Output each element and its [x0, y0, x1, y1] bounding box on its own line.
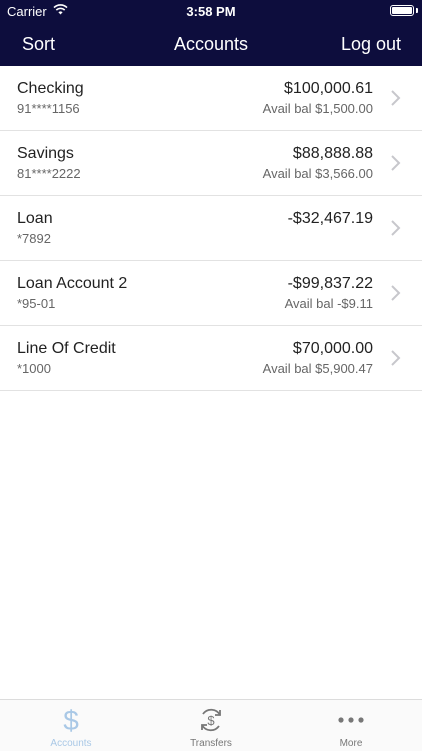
- dollar-icon: $: [63, 705, 79, 735]
- account-row-loan[interactable]: Loan *7892 -$32,467.19: [0, 196, 422, 261]
- chevron-right-icon: [391, 155, 401, 171]
- account-row-line-of-credit[interactable]: Line Of Credit *1000 $70,000.00 Avail ba…: [0, 326, 422, 391]
- account-balance: $100,000.61: [284, 80, 373, 97]
- page-title: Accounts: [173, 34, 249, 54]
- chevron-right-icon: [391, 350, 401, 366]
- sort-button[interactable]: Sort: [22, 34, 55, 55]
- account-name: Loan: [17, 210, 53, 227]
- account-balance: -$32,467.19: [287, 210, 373, 227]
- account-list: Checking 91****1156 $100,000.61 Avail ba…: [0, 66, 422, 391]
- more-dots-icon: [338, 717, 364, 723]
- chevron-right-icon: [391, 90, 401, 106]
- account-row-checking[interactable]: Checking 91****1156 $100,000.61 Avail ba…: [0, 66, 422, 131]
- svg-text:$: $: [207, 713, 215, 728]
- clock: 3:58 PM: [186, 4, 236, 19]
- tab-more[interactable]: More: [281, 700, 421, 751]
- navigation-bar: Sort Accounts Log out: [0, 22, 422, 66]
- account-number: *1000: [17, 361, 51, 376]
- logout-button[interactable]: Log out: [341, 34, 401, 55]
- available-balance: Avail bal -$9.11: [284, 296, 373, 311]
- account-name: Checking: [17, 80, 84, 97]
- battery-icon: [390, 5, 414, 16]
- tab-accounts[interactable]: $ Accounts: [1, 700, 141, 751]
- account-row-savings[interactable]: Savings 81****2222 $88,888.88 Avail bal …: [0, 131, 422, 196]
- tab-transfers[interactable]: $ Transfers: [141, 700, 281, 751]
- chevron-right-icon: [391, 220, 401, 236]
- available-balance: Avail bal $5,900.47: [262, 361, 373, 376]
- account-row-loan-account-2[interactable]: Loan Account 2 *95-01 -$99,837.22 Avail …: [0, 261, 422, 326]
- account-number: 91****1156: [17, 101, 80, 116]
- available-balance: Avail bal $3,566.00: [262, 166, 373, 181]
- account-number: 81****2222: [17, 166, 81, 181]
- account-balance: $88,888.88: [292, 145, 373, 162]
- account-number: *95-01: [17, 296, 56, 311]
- chevron-right-icon: [391, 285, 401, 301]
- account-name: Line Of Credit: [17, 340, 116, 357]
- tab-bar: $ Accounts $ Transfers More: [0, 699, 422, 751]
- account-number: *7892: [17, 231, 51, 246]
- tab-label: Transfers: [190, 738, 232, 749]
- transfer-dollar-icon: $: [201, 708, 221, 732]
- battery-tip: [416, 8, 418, 13]
- svg-text:$: $: [63, 705, 79, 735]
- account-name: Savings: [17, 145, 74, 162]
- tab-label: More: [339, 738, 363, 749]
- status-bar: Carrier 3:58 PM: [0, 0, 422, 22]
- account-balance: $70,000.00: [292, 340, 373, 357]
- account-balance: -$99,837.22: [287, 275, 373, 292]
- tab-label: Accounts: [50, 738, 92, 749]
- available-balance: Avail bal $1,500.00: [262, 101, 373, 116]
- account-name: Loan Account 2: [17, 275, 128, 292]
